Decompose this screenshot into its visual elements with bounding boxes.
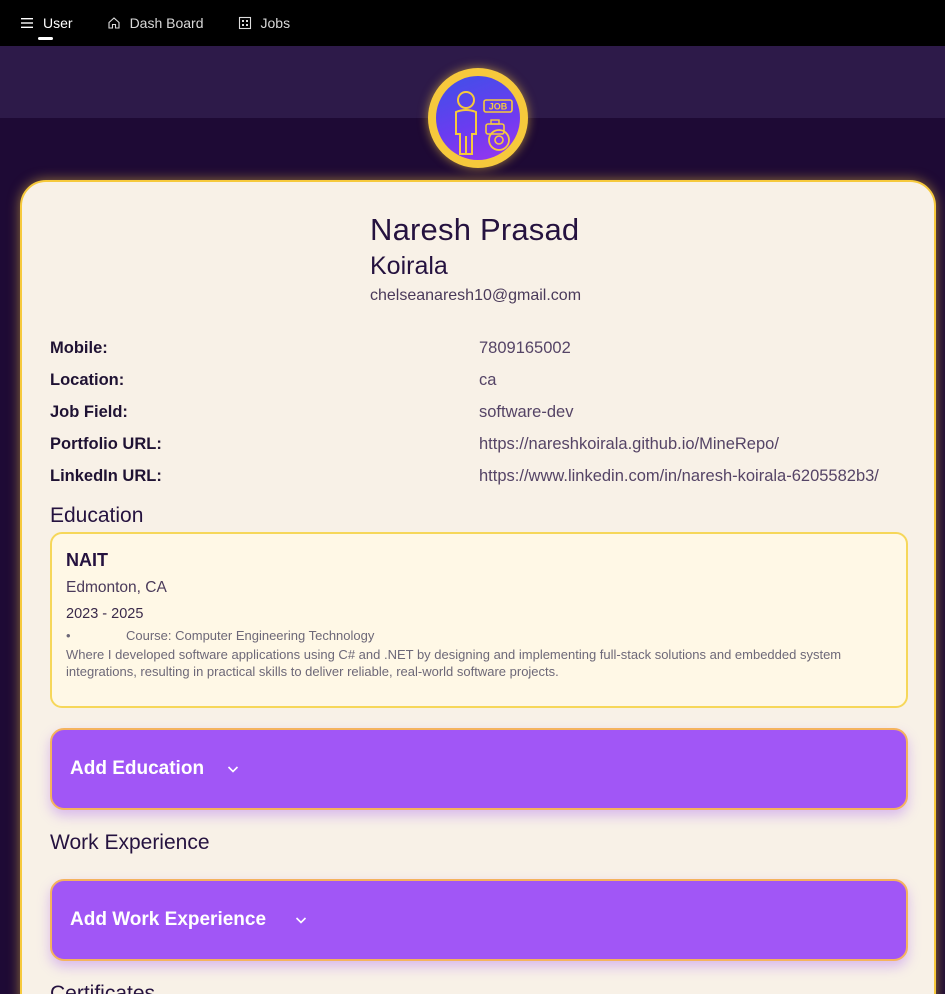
info-label: Mobile: [50, 338, 108, 357]
info-row-job-field: Job Field: software-dev [50, 396, 910, 428]
profile-card: Naresh Prasad Koirala chelseanaresh10@gm… [20, 180, 936, 994]
education-entry: NAIT Edmonton, CA 2023 - 2025 • Course: … [50, 532, 908, 708]
nav-item-dashboard[interactable]: Dash Board [107, 0, 204, 46]
info-row-mobile: Mobile: 7809165002 [50, 332, 910, 364]
profile-first-name: Naresh Prasad [370, 212, 580, 247]
profile-header: Naresh Prasad Koirala chelseanaresh10@gm… [370, 212, 581, 305]
certificates-heading: Certificates [50, 982, 156, 994]
profile-email: chelseanaresh10@gmail.com [370, 287, 582, 304]
info-row-location: Location: ca [50, 364, 910, 396]
info-value: 7809165002 [479, 338, 571, 357]
nav-label-dashboard: Dash Board [129, 15, 204, 31]
chevron-down-icon [294, 913, 308, 927]
education-course-text: Course: Computer Engineering Technology [126, 628, 375, 643]
add-education-accordion[interactable]: Add Education [50, 728, 908, 810]
add-work-experience-label: Add Work Experience [70, 909, 267, 930]
work-experience-heading: Work Experience [50, 831, 210, 854]
education-description: Where I developed software applications … [66, 647, 842, 679]
nav-label-jobs: Jobs [260, 15, 291, 31]
chevron-down-icon [226, 762, 240, 776]
home-icon [107, 16, 121, 30]
linkedin-link[interactable]: https://www.linkedin.com/in/naresh-koira… [479, 467, 879, 486]
info-label: Location: [50, 370, 125, 389]
education-heading: Education [50, 504, 144, 527]
info-row-linkedin: LinkedIn URL: https://www.linkedin.com/i… [50, 460, 910, 492]
education-years: 2023 - 2025 [66, 606, 144, 622]
avatar[interactable]: JOB [428, 68, 528, 168]
info-value: software-dev [479, 402, 574, 421]
bullet: • [66, 628, 71, 643]
education-course: • Course: Computer Engineering Technolog… [66, 628, 892, 643]
avatar-badge-text: JOB [489, 102, 508, 112]
info-label: Portfolio URL: [50, 434, 162, 453]
profile-info-list: Mobile: 7809165002 Location: ca Job Fiel… [50, 332, 910, 492]
education-school: NAIT [66, 550, 108, 570]
top-navigation: User Dash Board Jobs [0, 0, 945, 46]
portfolio-link[interactable]: https://nareshkoirala.github.io/MineRepo… [479, 435, 779, 454]
job-seeker-logo-icon: JOB [436, 76, 520, 160]
nav-item-user[interactable]: User [20, 0, 73, 46]
menu-icon [20, 16, 34, 30]
grid-icon [238, 16, 252, 30]
info-label: LinkedIn URL: [50, 466, 162, 485]
add-work-experience-accordion[interactable]: Add Work Experience [50, 879, 908, 961]
info-value: ca [479, 370, 497, 389]
education-location: Edmonton, CA [66, 579, 167, 596]
profile-last-name: Koirala [370, 252, 448, 280]
info-label: Job Field: [50, 402, 128, 421]
nav-item-jobs[interactable]: Jobs [238, 0, 291, 46]
add-education-label: Add Education [70, 758, 205, 779]
info-row-portfolio: Portfolio URL: https://nareshkoirala.git… [50, 428, 910, 460]
nav-label-user: User [43, 15, 73, 31]
